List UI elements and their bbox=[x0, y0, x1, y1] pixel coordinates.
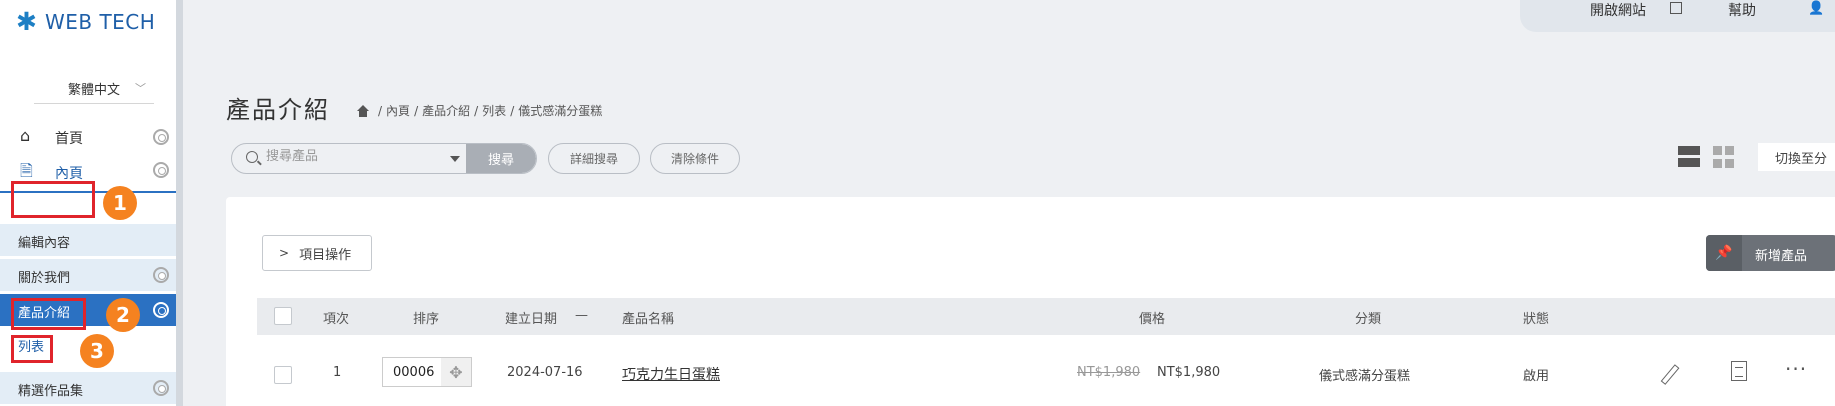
sidebar-subitem-edit-content[interactable]: 編輯內容 bbox=[0, 224, 180, 256]
breadcrumb-item[interactable]: 產品介紹 bbox=[422, 102, 470, 119]
breadcrumb-sep: / bbox=[510, 103, 515, 118]
search-icon bbox=[246, 151, 258, 163]
copy-document-icon[interactable] bbox=[1727, 359, 1751, 385]
breadcrumb-sep: / bbox=[414, 103, 419, 118]
sidebar-subitem-label: 精選作品集 bbox=[18, 384, 84, 399]
edit-pencil-icon[interactable] bbox=[1657, 359, 1681, 385]
brand-name: WEB TECH bbox=[44, 10, 156, 34]
home-icon[interactable] bbox=[356, 104, 370, 117]
breadcrumb-item[interactable]: 列表 bbox=[482, 102, 506, 119]
gear-icon[interactable] bbox=[153, 302, 169, 318]
language-selected: 繁體中文 bbox=[67, 83, 120, 98]
gear-icon[interactable] bbox=[153, 380, 169, 396]
chevron-right-icon: > bbox=[279, 246, 290, 260]
sidebar-subitem-label: 編輯內容 bbox=[18, 236, 71, 251]
table-row: 1 ✥ 2024-07-16 巧克力生日蛋糕 NT$1,980 NT$1,980… bbox=[257, 335, 1835, 406]
language-select[interactable]: 繁體中文 ﹀ bbox=[34, 74, 154, 104]
grid-view-icon[interactable] bbox=[1713, 146, 1735, 168]
step-badge: 3 bbox=[80, 334, 114, 368]
breadcrumb-sep: / bbox=[378, 103, 383, 118]
user-icon[interactable]: 👤 bbox=[1808, 1, 1824, 16]
col-category: 分類 bbox=[1355, 312, 1382, 327]
drag-handle-icon[interactable]: ✥ bbox=[441, 358, 471, 386]
advanced-search-button[interactable]: 詳細搜尋 bbox=[548, 143, 640, 174]
search-bar: 搜尋 bbox=[231, 143, 537, 174]
search-button[interactable]: 搜尋 bbox=[466, 144, 536, 173]
topbar: 開啟網站 幫助 👤 bbox=[1520, 0, 1835, 32]
item-operations-label: 項目操作 bbox=[299, 247, 352, 263]
product-name-link[interactable]: 巧克力生日蛋糕 bbox=[622, 364, 720, 384]
col-name: 產品名稱 bbox=[622, 312, 675, 327]
chevron-down-icon: ﹀ bbox=[135, 82, 146, 95]
sidebar-item-label: 內頁 bbox=[55, 166, 83, 182]
step-badge: 1 bbox=[103, 186, 137, 220]
sidebar-item-home[interactable]: ⌂ 首頁 bbox=[0, 119, 180, 155]
sidebar-subitem-portfolio[interactable]: 精選作品集 bbox=[0, 372, 180, 404]
step-badge: 2 bbox=[106, 298, 140, 332]
col-status: 狀態 bbox=[1523, 312, 1550, 327]
col-index: 項次 bbox=[323, 312, 350, 327]
order-input[interactable] bbox=[383, 358, 441, 386]
cell-category: 儀式感滿分蛋糕 bbox=[1319, 369, 1411, 384]
cell-price-original: NT$1,980 bbox=[1077, 365, 1141, 380]
more-options-icon[interactable]: ··· bbox=[1785, 357, 1809, 383]
logo[interactable]: ✱ WEB TECH bbox=[16, 8, 155, 36]
table-header: 項次 排序 建立日期 — 產品名稱 價格 分類 狀態 bbox=[257, 298, 1835, 335]
highlight-box bbox=[11, 298, 86, 330]
document-icon: 🗎 bbox=[20, 161, 33, 180]
sort-indicator-icon[interactable]: — bbox=[575, 308, 588, 323]
row-checkbox[interactable] bbox=[274, 366, 292, 384]
item-operations-button[interactable]: > 項目操作 bbox=[262, 235, 372, 271]
select-all-checkbox[interactable] bbox=[274, 307, 292, 325]
help-link[interactable]: 幫助 bbox=[1728, 0, 1756, 20]
sidebar-subitem-about-us[interactable]: 關於我們 bbox=[0, 259, 180, 291]
cell-status: 啟用 bbox=[1523, 369, 1550, 384]
page-title: 產品介紹 bbox=[226, 96, 330, 124]
cell-index: 1 bbox=[333, 365, 342, 380]
order-field: ✥ bbox=[382, 357, 472, 387]
add-product-label: 新增產品 bbox=[1755, 249, 1808, 264]
add-product-button[interactable]: 📌 新增產品 bbox=[1706, 235, 1835, 271]
breadcrumb-sep: / bbox=[474, 103, 479, 118]
clear-filters-button[interactable]: 清除條件 bbox=[650, 143, 740, 174]
gear-icon[interactable] bbox=[153, 267, 169, 283]
sidebar-scrollbar[interactable] bbox=[176, 0, 183, 406]
breadcrumb-item[interactable]: 內頁 bbox=[386, 102, 410, 119]
col-order: 排序 bbox=[413, 312, 440, 327]
highlight-box bbox=[11, 335, 53, 363]
open-site-link[interactable]: 開啟網站 bbox=[1590, 0, 1646, 20]
logo-mark-icon: ✱ bbox=[16, 7, 37, 36]
breadcrumb: / 內頁 / 產品介紹 / 列表 / 儀式感滿分蛋糕 bbox=[356, 102, 602, 119]
col-created[interactable]: 建立日期 bbox=[505, 308, 557, 327]
cell-created: 2024-07-16 bbox=[507, 365, 583, 380]
breadcrumb-item: 儀式感滿分蛋糕 bbox=[518, 104, 603, 118]
sidebar-subitem-label: 關於我們 bbox=[18, 271, 71, 286]
gear-icon[interactable] bbox=[153, 162, 169, 178]
list-view-icon[interactable] bbox=[1678, 146, 1700, 168]
pin-icon[interactable]: 📌 bbox=[1706, 235, 1742, 271]
home-outline-icon: ⌂ bbox=[20, 126, 31, 145]
col-price: 價格 bbox=[1139, 312, 1166, 327]
highlight-box bbox=[11, 181, 95, 218]
external-link-icon bbox=[1670, 2, 1682, 14]
gear-icon[interactable] bbox=[153, 129, 169, 145]
sidebar-item-label: 首頁 bbox=[55, 131, 83, 147]
cell-price: NT$1,980 bbox=[1157, 365, 1221, 380]
switch-view-button[interactable]: 切換至分 bbox=[1758, 143, 1835, 171]
caret-down-icon[interactable] bbox=[450, 156, 460, 162]
search-input[interactable] bbox=[266, 149, 436, 164]
